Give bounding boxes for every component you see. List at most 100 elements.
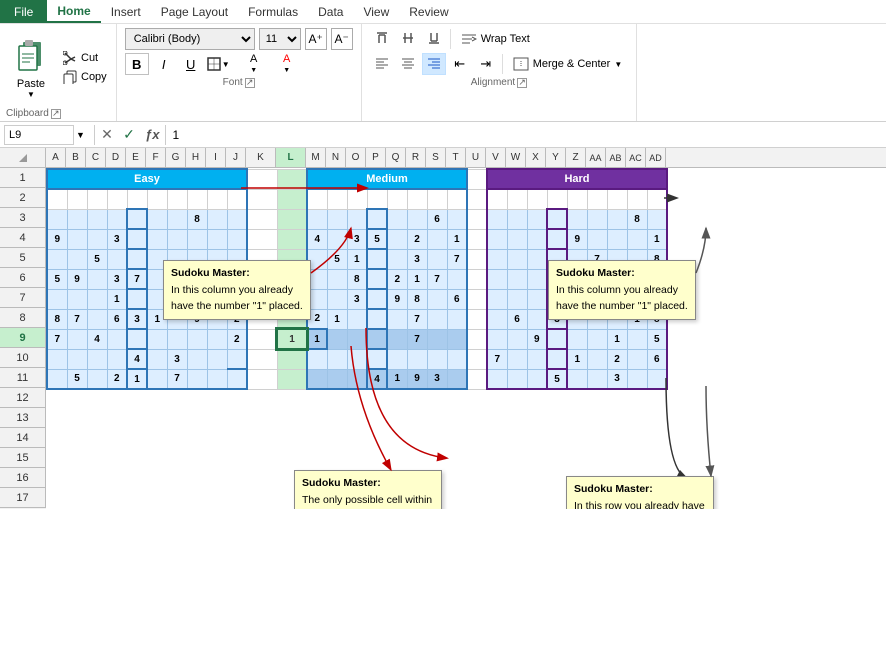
row-16: 16 — [0, 468, 46, 488]
underline-button[interactable]: U — [179, 53, 203, 75]
col-header-N: N — [326, 148, 346, 167]
merge-center-button[interactable]: Merge & Center ▼ — [507, 55, 629, 73]
font-group-label: Font ↗ — [125, 75, 353, 88]
increase-font-btn[interactable]: A⁺ — [305, 28, 327, 50]
spreadsheet-grid: Easy Medium Hard — [46, 168, 668, 509]
decrease-font-btn[interactable]: A⁻ — [331, 28, 353, 50]
page-layout-menu[interactable]: Page Layout — [151, 0, 238, 23]
review-menu[interactable]: Review — [399, 0, 458, 23]
cell-ref-dropdown[interactable]: ▼ — [74, 130, 87, 140]
row-15: 15 — [0, 448, 46, 468]
tooltip-4: Sudoku Master: In this row you already h… — [566, 476, 714, 509]
row-2: 2 — [0, 188, 46, 208]
row-6: 6 — [0, 268, 46, 288]
col-header-L: L — [276, 148, 306, 167]
col-header-K: K — [246, 148, 276, 167]
tooltip-3: Sudoku Master: In this column you alread… — [548, 260, 696, 320]
indent-increase-btn[interactable]: ⇥ — [474, 53, 498, 75]
alignment-group: Wrap Text ⇤ ⇥ Merge & Center ▼ Alignment — [362, 24, 638, 121]
row-9: 9 — [0, 328, 46, 348]
easy-header: Easy — [47, 169, 247, 189]
col-header-P: P — [366, 148, 386, 167]
col-header-Q: Q — [386, 148, 406, 167]
col-header-J: J — [226, 148, 246, 167]
formula-input[interactable] — [168, 128, 882, 142]
bold-button[interactable]: B — [125, 53, 149, 75]
col-header-O: O — [346, 148, 366, 167]
data-menu[interactable]: Data — [308, 0, 353, 23]
row-11: 11 — [0, 368, 46, 388]
col-header-AD: AD — [646, 148, 666, 167]
row-3: 3 — [0, 208, 46, 228]
row-10: 10 — [0, 348, 46, 368]
col-header-R: R — [406, 148, 426, 167]
align-left-btn[interactable] — [370, 53, 394, 75]
col-header-Y: Y — [546, 148, 566, 167]
paste-button[interactable]: Paste ▼ — [6, 28, 56, 106]
tooltip-2: Sudoku Master: The only possible cell wi… — [294, 470, 442, 509]
highlight-button[interactable]: A ▼ — [239, 53, 269, 75]
col-header-M: M — [306, 148, 326, 167]
paste-label: Paste — [17, 78, 45, 90]
border-button[interactable]: ▼ — [206, 53, 236, 75]
col-header-G: G — [166, 148, 186, 167]
align-center-btn[interactable] — [396, 53, 420, 75]
align-right-btn[interactable] — [422, 53, 446, 75]
tooltip-1: Sudoku Master: In this column you alread… — [163, 260, 311, 320]
row-1: 1 — [0, 168, 46, 188]
col-header-AA: AA — [586, 148, 606, 167]
font-family-select[interactable]: Calibri (Body) — [125, 28, 255, 50]
function-icon[interactable]: ƒx — [141, 127, 163, 142]
clipboard-group: Paste ▼ Cut Copy Clipboard ↗ — [0, 24, 117, 121]
col-header-F: F — [146, 148, 166, 167]
col-header-A: A — [46, 148, 66, 167]
col-header-B: B — [66, 148, 86, 167]
col-header-W: W — [506, 148, 526, 167]
row-7: 7 — [0, 288, 46, 308]
align-top-btn[interactable] — [370, 28, 394, 50]
clipboard-label: Clipboard ↗ — [6, 106, 110, 119]
col-header-V: V — [486, 148, 506, 167]
cut-button[interactable]: Cut — [60, 50, 110, 66]
file-menu[interactable]: File — [0, 0, 47, 23]
select-all-corner[interactable] — [0, 148, 46, 167]
col-header-Z: Z — [566, 148, 586, 167]
col-header-U: U — [466, 148, 486, 167]
col-header-AC: AC — [626, 148, 646, 167]
italic-button[interactable]: I — [152, 53, 176, 75]
row-5: 5 — [0, 248, 46, 268]
view-menu[interactable]: View — [353, 0, 399, 23]
formulas-menu[interactable]: Formulas — [238, 0, 308, 23]
wrap-text-button[interactable]: Wrap Text — [455, 30, 536, 48]
row-17: 17 — [0, 488, 46, 508]
alignment-group-label: Alignment ↗ — [370, 75, 629, 88]
col-header-I: I — [206, 148, 226, 167]
align-bottom-btn[interactable] — [422, 28, 446, 50]
cell-reference-box[interactable]: L9 — [4, 125, 74, 145]
col-header-H: H — [186, 148, 206, 167]
insert-menu[interactable]: Insert — [101, 0, 151, 23]
col-header-E: E — [126, 148, 146, 167]
row-14: 14 — [0, 428, 46, 448]
col-header-T: T — [446, 148, 466, 167]
copy-button[interactable]: Copy — [60, 69, 110, 85]
col-header-AB: AB — [606, 148, 626, 167]
font-group: Calibri (Body) 11 A⁺ A⁻ B I U ▼ A ▼ A — [117, 24, 362, 121]
row-12: 12 — [0, 388, 46, 408]
col-header-X: X — [526, 148, 546, 167]
home-menu[interactable]: Home — [47, 0, 100, 23]
indent-decrease-btn[interactable]: ⇤ — [448, 53, 472, 75]
font-size-select[interactable]: 11 — [259, 28, 301, 50]
col-header-S: S — [426, 148, 446, 167]
hard-header: Hard — [487, 169, 667, 189]
row-13: 13 — [0, 408, 46, 428]
font-color-button[interactable]: A ▼ — [272, 53, 302, 75]
align-middle-btn[interactable] — [396, 28, 420, 50]
col-header-C: C — [86, 148, 106, 167]
medium-header: Medium — [307, 169, 467, 189]
confirm-formula-btn[interactable]: ✓ — [119, 125, 139, 145]
col-header-D: D — [106, 148, 126, 167]
row-8: 8 — [0, 308, 46, 328]
cancel-formula-btn[interactable]: ✕ — [97, 125, 117, 145]
row-4: 4 — [0, 228, 46, 248]
